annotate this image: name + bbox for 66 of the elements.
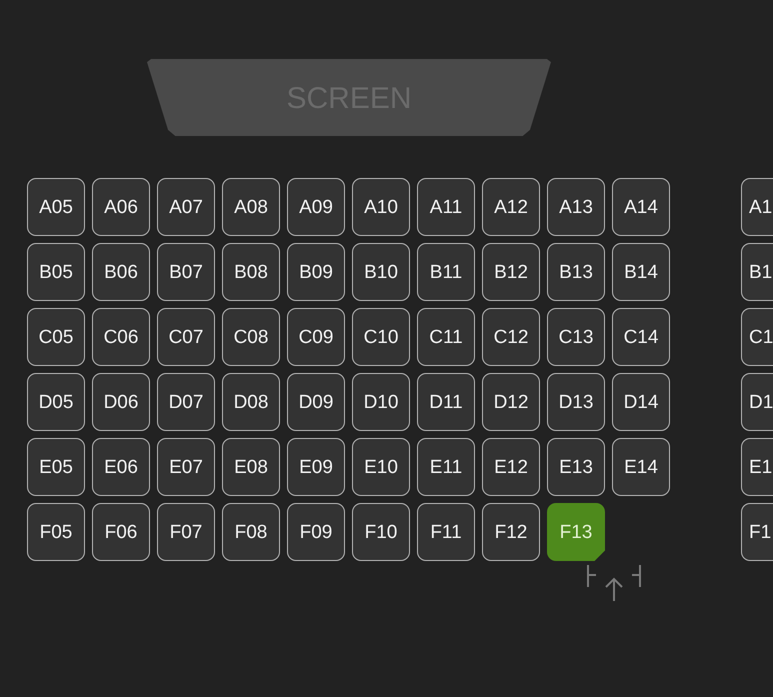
seat[interactable]: D14 [612,373,670,431]
seat[interactable]: D08 [222,373,280,431]
seat[interactable]: C05 [27,308,85,366]
seat[interactable]: A1 [741,178,773,236]
seat[interactable]: B14 [612,243,670,301]
seat[interactable]: D07 [157,373,215,431]
seat[interactable]: D09 [287,373,345,431]
seat[interactable]: E13 [547,438,605,496]
seat[interactable]: B09 [287,243,345,301]
seat[interactable]: F07 [157,503,215,561]
seat[interactable]: A14 [612,178,670,236]
seat[interactable]: D11 [417,373,475,431]
seat[interactable]: B08 [222,243,280,301]
seat[interactable]: D10 [352,373,410,431]
seat[interactable]: A10 [352,178,410,236]
seat[interactable]: A08 [222,178,280,236]
seat[interactable]: A09 [287,178,345,236]
seat[interactable]: A11 [417,178,475,236]
seat[interactable]: B1 [741,243,773,301]
seat[interactable]: E08 [222,438,280,496]
seat[interactable]: E1 [741,438,773,496]
seat[interactable]: C13 [547,308,605,366]
seat[interactable]: B07 [157,243,215,301]
seat[interactable]: F05 [27,503,85,561]
seat[interactable]: D1 [741,373,773,431]
seat[interactable]: B11 [417,243,475,301]
seat[interactable]: B12 [482,243,540,301]
seat[interactable]: E10 [352,438,410,496]
seat[interactable]: F06 [92,503,150,561]
seat[interactable]: C14 [612,308,670,366]
seat[interactable]: F09 [287,503,345,561]
seat[interactable]: E14 [612,438,670,496]
seat[interactable]: C07 [157,308,215,366]
seat[interactable]: F08 [222,503,280,561]
seat[interactable]: D13 [547,373,605,431]
seat[interactable]: B05 [27,243,85,301]
seat[interactable]: C10 [352,308,410,366]
seat[interactable]: A13 [547,178,605,236]
seat[interactable]: C06 [92,308,150,366]
seat[interactable]: D12 [482,373,540,431]
seat[interactable]: F10 [352,503,410,561]
seat[interactable]: E07 [157,438,215,496]
seat[interactable]: B10 [352,243,410,301]
seat[interactable]: A06 [92,178,150,236]
seat[interactable]: D05 [27,373,85,431]
seat[interactable]: A07 [157,178,215,236]
seat[interactable]: B06 [92,243,150,301]
seat[interactable]: C09 [287,308,345,366]
seat[interactable]: D06 [92,373,150,431]
seat[interactable]: A05 [27,178,85,236]
seat[interactable]: F11 [417,503,475,561]
seat[interactable]: F1 [741,503,773,561]
seat[interactable]: C11 [417,308,475,366]
seat[interactable]: C1 [741,308,773,366]
seat[interactable]: A12 [482,178,540,236]
bracketed-up-arrow-icon [587,565,641,601]
seat[interactable]: C12 [482,308,540,366]
seat[interactable]: E05 [27,438,85,496]
seat[interactable]: B13 [547,243,605,301]
seat[interactable]: E11 [417,438,475,496]
seat[interactable]: C08 [222,308,280,366]
seat[interactable]: F12 [482,503,540,561]
seat[interactable]: E06 [92,438,150,496]
seat[interactable]: E09 [287,438,345,496]
seat[interactable]: F13 [547,503,605,561]
seat[interactable]: E12 [482,438,540,496]
